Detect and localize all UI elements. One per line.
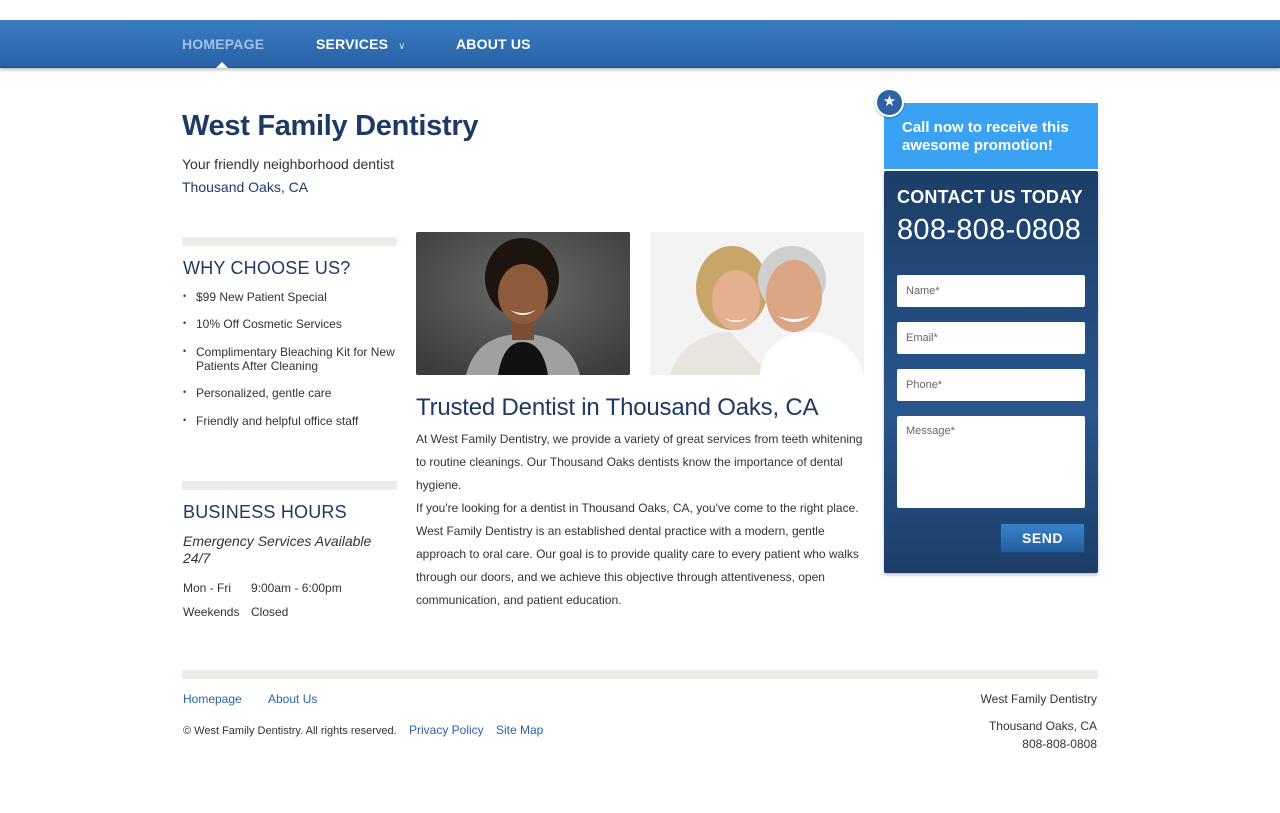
business-hours-heading: BUSINESS HOURS bbox=[183, 502, 347, 522]
chevron-down-icon: ∨ bbox=[398, 41, 406, 52]
top-navbar: HOMEPAGE SERVICES ∨ ABOUT US bbox=[0, 20, 1280, 68]
nav-services-label: SERVICES bbox=[316, 36, 389, 52]
main-paragraph: If you're looking for a dentist in Thous… bbox=[416, 501, 859, 607]
footer-link-homepage[interactable]: Homepage bbox=[183, 692, 242, 706]
emergency-note: Emergency Services Available 24/7 bbox=[183, 533, 372, 566]
hours-time: 9:00am - 6:00pm bbox=[251, 581, 342, 595]
footer-link-site-map[interactable]: Site Map bbox=[496, 723, 543, 737]
nav-services[interactable]: SERVICES ∨ bbox=[316, 20, 406, 68]
name-field[interactable] bbox=[897, 275, 1085, 307]
star-icon: ★ bbox=[875, 88, 904, 117]
footer-divider-bar bbox=[182, 670, 1098, 679]
promotion-text: Call now to receive this awesome promoti… bbox=[902, 119, 1069, 154]
site-location: Thousand Oaks, CA bbox=[182, 179, 309, 195]
footer-company-name: West Family Dentistry bbox=[980, 692, 1097, 706]
hours-time: Closed bbox=[251, 605, 289, 619]
copyright-text: © West Family Dentistry. All rights rese… bbox=[183, 725, 397, 737]
contact-title: CONTACT US TODAY bbox=[897, 187, 1083, 207]
list-item: Complimentary Bleaching Kit for New Pati… bbox=[183, 344, 403, 373]
nav-about-us[interactable]: ABOUT US bbox=[456, 20, 531, 68]
hours-row: Weekends Closed bbox=[183, 605, 288, 619]
list-item: Friendly and helpful office staff bbox=[183, 413, 403, 428]
footer-link-privacy-policy[interactable]: Privacy Policy bbox=[409, 723, 484, 737]
section-divider-bar bbox=[182, 237, 397, 246]
nav-homepage[interactable]: HOMEPAGE bbox=[182, 20, 264, 68]
message-field[interactable] bbox=[897, 416, 1085, 508]
main-body-text: At West Family Dentistry, we provide a v… bbox=[416, 428, 866, 612]
email-field[interactable] bbox=[897, 322, 1085, 354]
active-nav-pointer bbox=[216, 62, 228, 68]
contact-form: CONTACT US TODAY 808-808-0808 SEND bbox=[884, 171, 1098, 573]
patient-photo-couple bbox=[650, 232, 864, 375]
list-item: $99 New Patient Special bbox=[183, 289, 403, 304]
why-choose-list: $99 New Patient Special 10% Off Cosmetic… bbox=[183, 289, 403, 428]
patient-photo-woman bbox=[416, 232, 630, 375]
contact-phone[interactable]: 808-808-0808 bbox=[897, 214, 1081, 247]
list-item: 10% Off Cosmetic Services bbox=[183, 316, 403, 331]
main-heading: Trusted Dentist in Thousand Oaks, CA bbox=[416, 394, 819, 421]
site-title: West Family Dentistry bbox=[182, 110, 479, 142]
section-divider-bar bbox=[182, 481, 397, 490]
promotion-banner: Call now to receive this awesome promoti… bbox=[884, 103, 1098, 169]
footer-city: Thousand Oaks, CA bbox=[988, 719, 1097, 733]
site-tagline: Your friendly neighborhood dentist bbox=[182, 156, 394, 172]
hours-row: Mon - Fri 9:00am - 6:00pm bbox=[183, 581, 342, 595]
hours-day: Weekends bbox=[183, 605, 240, 619]
footer-phone: 808-808-0808 bbox=[1022, 737, 1097, 751]
send-button[interactable]: SEND bbox=[1000, 523, 1085, 553]
hours-day: Mon - Fri bbox=[183, 581, 231, 595]
main-paragraph: At West Family Dentistry, we provide a v… bbox=[416, 432, 863, 492]
footer-link-about-us[interactable]: About Us bbox=[268, 692, 317, 706]
phone-field[interactable] bbox=[897, 369, 1085, 401]
list-item: Personalized, gentle care bbox=[183, 385, 403, 400]
why-choose-heading: WHY CHOOSE US? bbox=[183, 258, 351, 278]
